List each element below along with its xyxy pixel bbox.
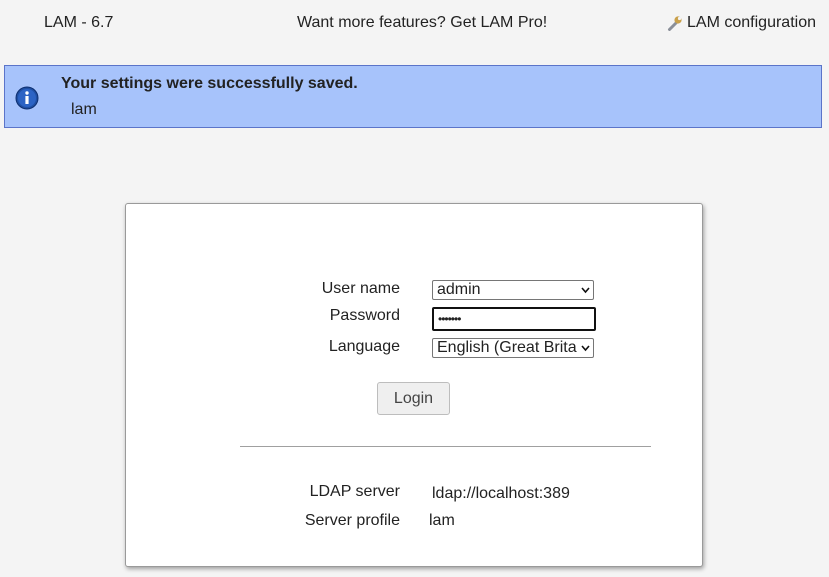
server-profile-label: Server profile <box>304 512 400 529</box>
lam-configuration-label: LAM configuration <box>687 14 816 31</box>
success-alert: Your settings were successfully saved. l… <box>4 65 822 128</box>
info-icon <box>15 86 39 110</box>
user-name-value: admin <box>437 281 481 298</box>
password-label: Password <box>329 307 400 324</box>
ldap-server-value: ldap://localhost:389 <box>432 485 570 502</box>
language-value: English (Great Brita <box>437 339 577 356</box>
ldap-server-label: LDAP server <box>309 483 400 500</box>
user-name-select[interactable]: admin <box>432 280 594 300</box>
divider <box>240 446 651 447</box>
language-label: Language <box>328 338 400 355</box>
alert-detail: lam <box>71 101 97 118</box>
app-version: LAM - 6.7 <box>44 14 114 31</box>
chevron-down-icon <box>581 345 590 352</box>
login-card: User name admin Password ••••••• Languag… <box>125 203 703 567</box>
chevron-down-icon <box>581 287 590 294</box>
user-name-label: User name <box>321 280 400 297</box>
top-bar: LAM - 6.7 Want more features? Get LAM Pr… <box>0 0 829 46</box>
pro-promo-link[interactable]: Want more features? Get LAM Pro! <box>297 14 547 32</box>
server-profile-value: lam <box>429 512 455 529</box>
lam-configuration-link[interactable]: LAM configuration <box>667 14 816 32</box>
login-button[interactable]: Login <box>377 382 450 415</box>
password-mask: ••••••• <box>438 312 461 326</box>
alert-title: Your settings were successfully saved. <box>61 75 358 92</box>
language-select[interactable]: English (Great Brita <box>432 338 594 358</box>
password-field[interactable]: ••••••• <box>432 307 596 331</box>
wrench-icon <box>668 16 682 31</box>
